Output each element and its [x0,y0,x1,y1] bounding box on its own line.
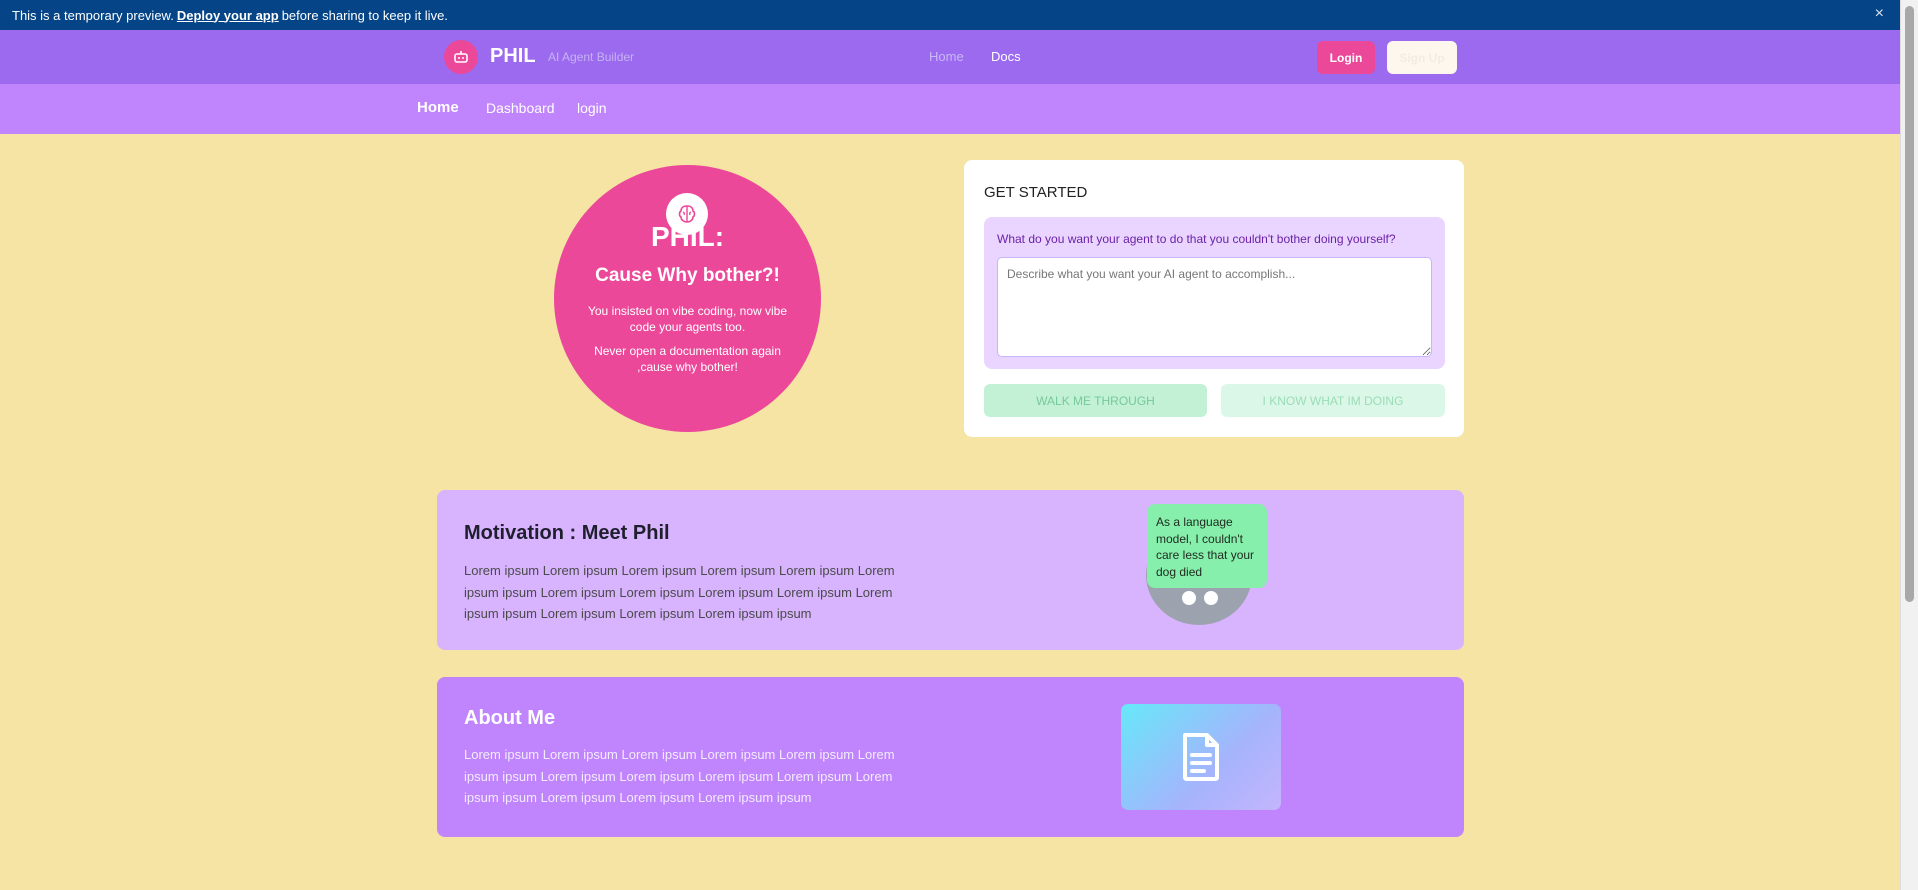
brand-tagline: AI Agent Builder [548,50,635,64]
hero-subtitle: Cause Why bother?! [595,265,780,286]
sub-navigation: Home Dashboard login [0,84,1900,134]
prompt-box: What do you want your agent to do that y… [984,217,1445,369]
prompt-question: What do you want your agent to do that y… [997,232,1396,246]
deploy-app-link[interactable]: Deploy your app [177,8,279,23]
subnav-item-home[interactable]: Home [417,99,459,116]
phil-eyes-icon [1182,591,1218,605]
get-started-card: GET STARTED What do you want your agent … [964,160,1464,437]
get-started-title: GET STARTED [984,184,1088,201]
banner-text: This is a temporary preview. [12,7,174,23]
nav-docs-link[interactable]: Docs [991,49,1021,64]
banner-text-end: before sharing to keep it live. [281,7,448,23]
top-header: PHIL AI Agent Builder Home Docs Login Si… [0,30,1900,84]
about-body: Lorem ipsum Lorem ipsum Lorem ipsum Lore… [464,747,895,805]
walk-me-through-button[interactable]: WALK ME THROUGH [984,384,1207,417]
motivation-section: Motivation : Meet Phil Lorem ipsum Lorem… [437,490,1464,650]
login-button[interactable]: Login [1317,41,1375,74]
subnav-item-login[interactable]: login [577,100,607,116]
nav-home-link[interactable]: Home [929,49,964,64]
i-know-what-im-doing-button[interactable]: I KNOW WHAT IM DOING [1221,384,1445,417]
document-tile [1121,704,1281,810]
hero-line-2: Never open a documentation again ,cause … [594,344,781,374]
motivation-body: Lorem ipsum Lorem ipsum Lorem ipsum Lore… [464,563,895,621]
scrollbar-thumb[interactable] [1905,6,1914,602]
signup-button[interactable]: Sign Up [1387,41,1457,74]
document-icon [1183,733,1219,781]
motivation-title: Motivation : Meet Phil [464,522,670,544]
close-icon[interactable]: × [1875,5,1884,23]
subnav-item-dashboard[interactable]: Dashboard [486,100,555,116]
robot-icon[interactable] [444,40,478,74]
page-scrollbar[interactable] [1900,0,1918,890]
about-section: About Me Lorem ipsum Lorem ipsum Lorem i… [437,677,1464,837]
preview-banner: This is a temporary preview. Deploy your… [0,0,1900,30]
about-title: About Me [464,707,556,729]
speech-bubble: As a language model, I couldn't care les… [1147,504,1267,588]
hero-line-1: You insisted on vibe coding, now vibe co… [587,304,788,334]
brand-name[interactable]: PHIL [490,45,536,68]
agent-description-input[interactable] [997,257,1432,357]
hero-title: PHIL: [650,221,725,252]
hero-circle: PHIL: Cause Why bother?! You insisted on… [554,165,821,432]
